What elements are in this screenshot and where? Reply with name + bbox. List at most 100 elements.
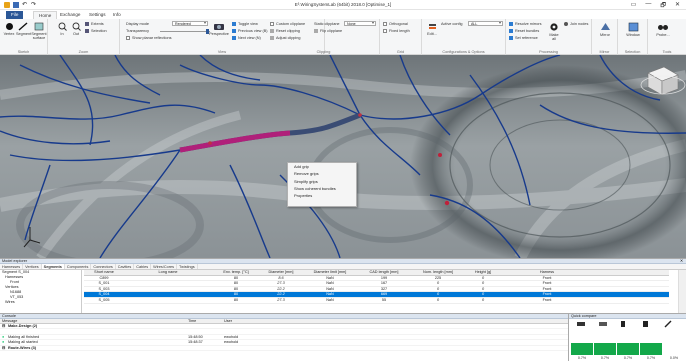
tab-exchange[interactable]: Exchange	[55, 11, 85, 19]
vertex-label: Vertex	[3, 32, 15, 36]
cell: Front	[542, 292, 552, 297]
3d-scene[interactable]	[0, 55, 686, 258]
explorer-tree: Segment S_004 Harnesses Front Vertices N…	[0, 270, 82, 314]
orthogonal-box[interactable]	[383, 22, 387, 26]
next-view-button[interactable]: Next view (N)	[232, 36, 261, 40]
fixed-length-box[interactable]	[383, 29, 387, 33]
flip-clipplane-button[interactable]: Flip clipplane	[314, 29, 342, 33]
tab-home[interactable]: Home	[33, 11, 58, 19]
console-message: Route-Wires (3)	[8, 345, 37, 350]
quick-compare-header: Quick compare	[569, 314, 686, 319]
expand-icon[interactable]: ⊟	[2, 324, 5, 329]
toggle-view-button[interactable]: Toggle view	[232, 22, 258, 26]
cell: 80	[233, 281, 239, 286]
extents-button[interactable]: Extents	[85, 22, 104, 26]
orthogonal-checkbox[interactable]: Orthogonal	[383, 22, 408, 26]
make-all-label: all	[552, 37, 556, 41]
compare-bar	[594, 334, 616, 355]
column-header[interactable]: Nom. length [mm]	[412, 270, 464, 275]
tab-connectors[interactable]: Connectors	[91, 264, 116, 269]
reflections-checkbox-box[interactable]	[126, 36, 130, 40]
join-nodes-button[interactable]: Join nodes	[564, 22, 588, 26]
column-header[interactable]: Height [g]	[466, 270, 500, 275]
column-header[interactable]: Diameter [mm]	[260, 270, 302, 275]
edit-config-button[interactable]: Edit...	[425, 22, 439, 36]
perspective-icon	[214, 24, 224, 30]
previous-view-button[interactable]: Previous view (B)	[232, 29, 268, 33]
console-message: Making all started	[8, 340, 38, 345]
resolve-mirrors-label: Resolve mirrors	[515, 22, 542, 26]
fixed-length-checkbox[interactable]: Fixed length	[383, 29, 410, 33]
console-panel: Console Message Time User ⊟ Make-Design …	[0, 313, 568, 361]
compare-bar-label: 0.0%	[669, 356, 679, 360]
menu-item-properties[interactable]: Properties	[288, 192, 356, 199]
reset-clipping-button[interactable]: Reset clipping	[270, 29, 300, 33]
mirror-button[interactable]: Mirror	[595, 22, 615, 37]
tab-info[interactable]: Info	[108, 11, 126, 19]
window-select-button[interactable]: Window	[622, 22, 644, 37]
explorer-scrollbar[interactable]	[678, 270, 686, 314]
zoom-in-button[interactable]: In	[56, 22, 68, 36]
group-label-mirror: Mirror	[599, 50, 610, 54]
reset-bundles-button[interactable]: Reset bundles	[509, 29, 539, 33]
tab-vertices[interactable]: Vertices	[23, 264, 42, 269]
group-mirror: Mirror Mirror	[592, 19, 618, 55]
column-header[interactable]: Diameter limit [mm]	[304, 270, 356, 275]
tab-file[interactable]: File	[6, 11, 24, 19]
window-select-label: Window	[626, 33, 640, 37]
tab-cables[interactable]: Cables	[134, 264, 152, 269]
column-header[interactable]: CAD length [mm]	[358, 270, 410, 275]
menu-item-remove-grips[interactable]: Remove grips	[288, 170, 356, 177]
cell: 669	[380, 292, 388, 297]
3d-viewport[interactable]: Add grip Remove grips Simplify grips Sho…	[0, 55, 686, 258]
table-row[interactable]: S_005 80 27.3 NaN 55 0 0 Front	[84, 298, 669, 304]
cell: 0	[481, 286, 485, 291]
console-group-row[interactable]: ⊟ Route-Wires (3)	[0, 346, 568, 351]
segment-surface-button[interactable]: Segment surface	[31, 22, 47, 40]
transparency-slider[interactable]	[160, 31, 210, 32]
adjust-clipping-button[interactable]: Adjust clipping	[270, 36, 300, 40]
group-label-configurations: Configurations & Options	[442, 50, 485, 54]
segment-icon	[18, 22, 28, 31]
tab-wires-cores[interactable]: Wires/Cores	[151, 264, 178, 269]
custom-clipplane-box[interactable]	[270, 22, 274, 26]
tab-harnesses[interactable]: Harnesses	[0, 264, 24, 269]
expand-icon[interactable]: ⊟	[2, 346, 5, 351]
tree-item[interactable]: Wires	[0, 300, 81, 305]
menu-item-add-grip[interactable]: Add grip	[288, 163, 356, 170]
show-reflections-checkbox[interactable]: Show planar reflections	[126, 36, 171, 40]
cell: Front	[542, 281, 552, 286]
segment-button[interactable]: Segment	[16, 22, 31, 36]
column-header[interactable]: Long name	[124, 270, 212, 275]
set-reference-button[interactable]: Set reference	[509, 36, 538, 40]
zoom-out-button[interactable]: Out	[70, 22, 82, 36]
make-all-button[interactable]: Make all	[544, 22, 564, 41]
tab-cavities[interactable]: Cavities	[116, 264, 135, 269]
tab-components[interactable]: Components	[65, 264, 92, 269]
group-label-zoom: Zoom	[78, 50, 89, 54]
perspective-button[interactable]: Perspective	[208, 22, 230, 36]
resolve-mirrors-button[interactable]: Resolve mirrors	[509, 22, 542, 26]
active-config-select[interactable]: ALL	[468, 21, 503, 26]
tab-settings[interactable]: Settings	[84, 11, 111, 19]
cell: 327	[380, 286, 388, 291]
custom-clipplane-checkbox[interactable]: Custom clipplane	[270, 22, 305, 26]
zoom-selection-button[interactable]: Selection	[85, 29, 107, 33]
static-clipplane-label: Static clipplane	[314, 22, 340, 26]
menu-item-show-coherent-bundles[interactable]: Show coherent bundles	[288, 185, 356, 192]
static-clipplane-select[interactable]: None	[344, 21, 376, 26]
vertex-button[interactable]: Vertex	[3, 22, 15, 36]
column-header[interactable]: Harness	[502, 270, 592, 275]
tab-segments[interactable]: Segments	[41, 264, 65, 269]
display-mode-select[interactable]: Rendered	[172, 21, 208, 26]
column-header[interactable]: Env. temp. [°C]	[214, 270, 258, 275]
tab-twistings[interactable]: Twistings	[177, 264, 198, 269]
column-header[interactable]: Short name	[86, 270, 122, 275]
mirror-button-label: Mirror	[600, 33, 610, 37]
group-label-clipping: Clipping	[316, 50, 331, 54]
menu-item-simplify-grips[interactable]: Simplify grips	[288, 178, 356, 185]
close-icon[interactable]: ✕	[680, 259, 683, 264]
cell: 0	[436, 281, 440, 286]
cell: 167	[380, 281, 388, 286]
probe-button[interactable]: Probe...	[652, 22, 674, 37]
